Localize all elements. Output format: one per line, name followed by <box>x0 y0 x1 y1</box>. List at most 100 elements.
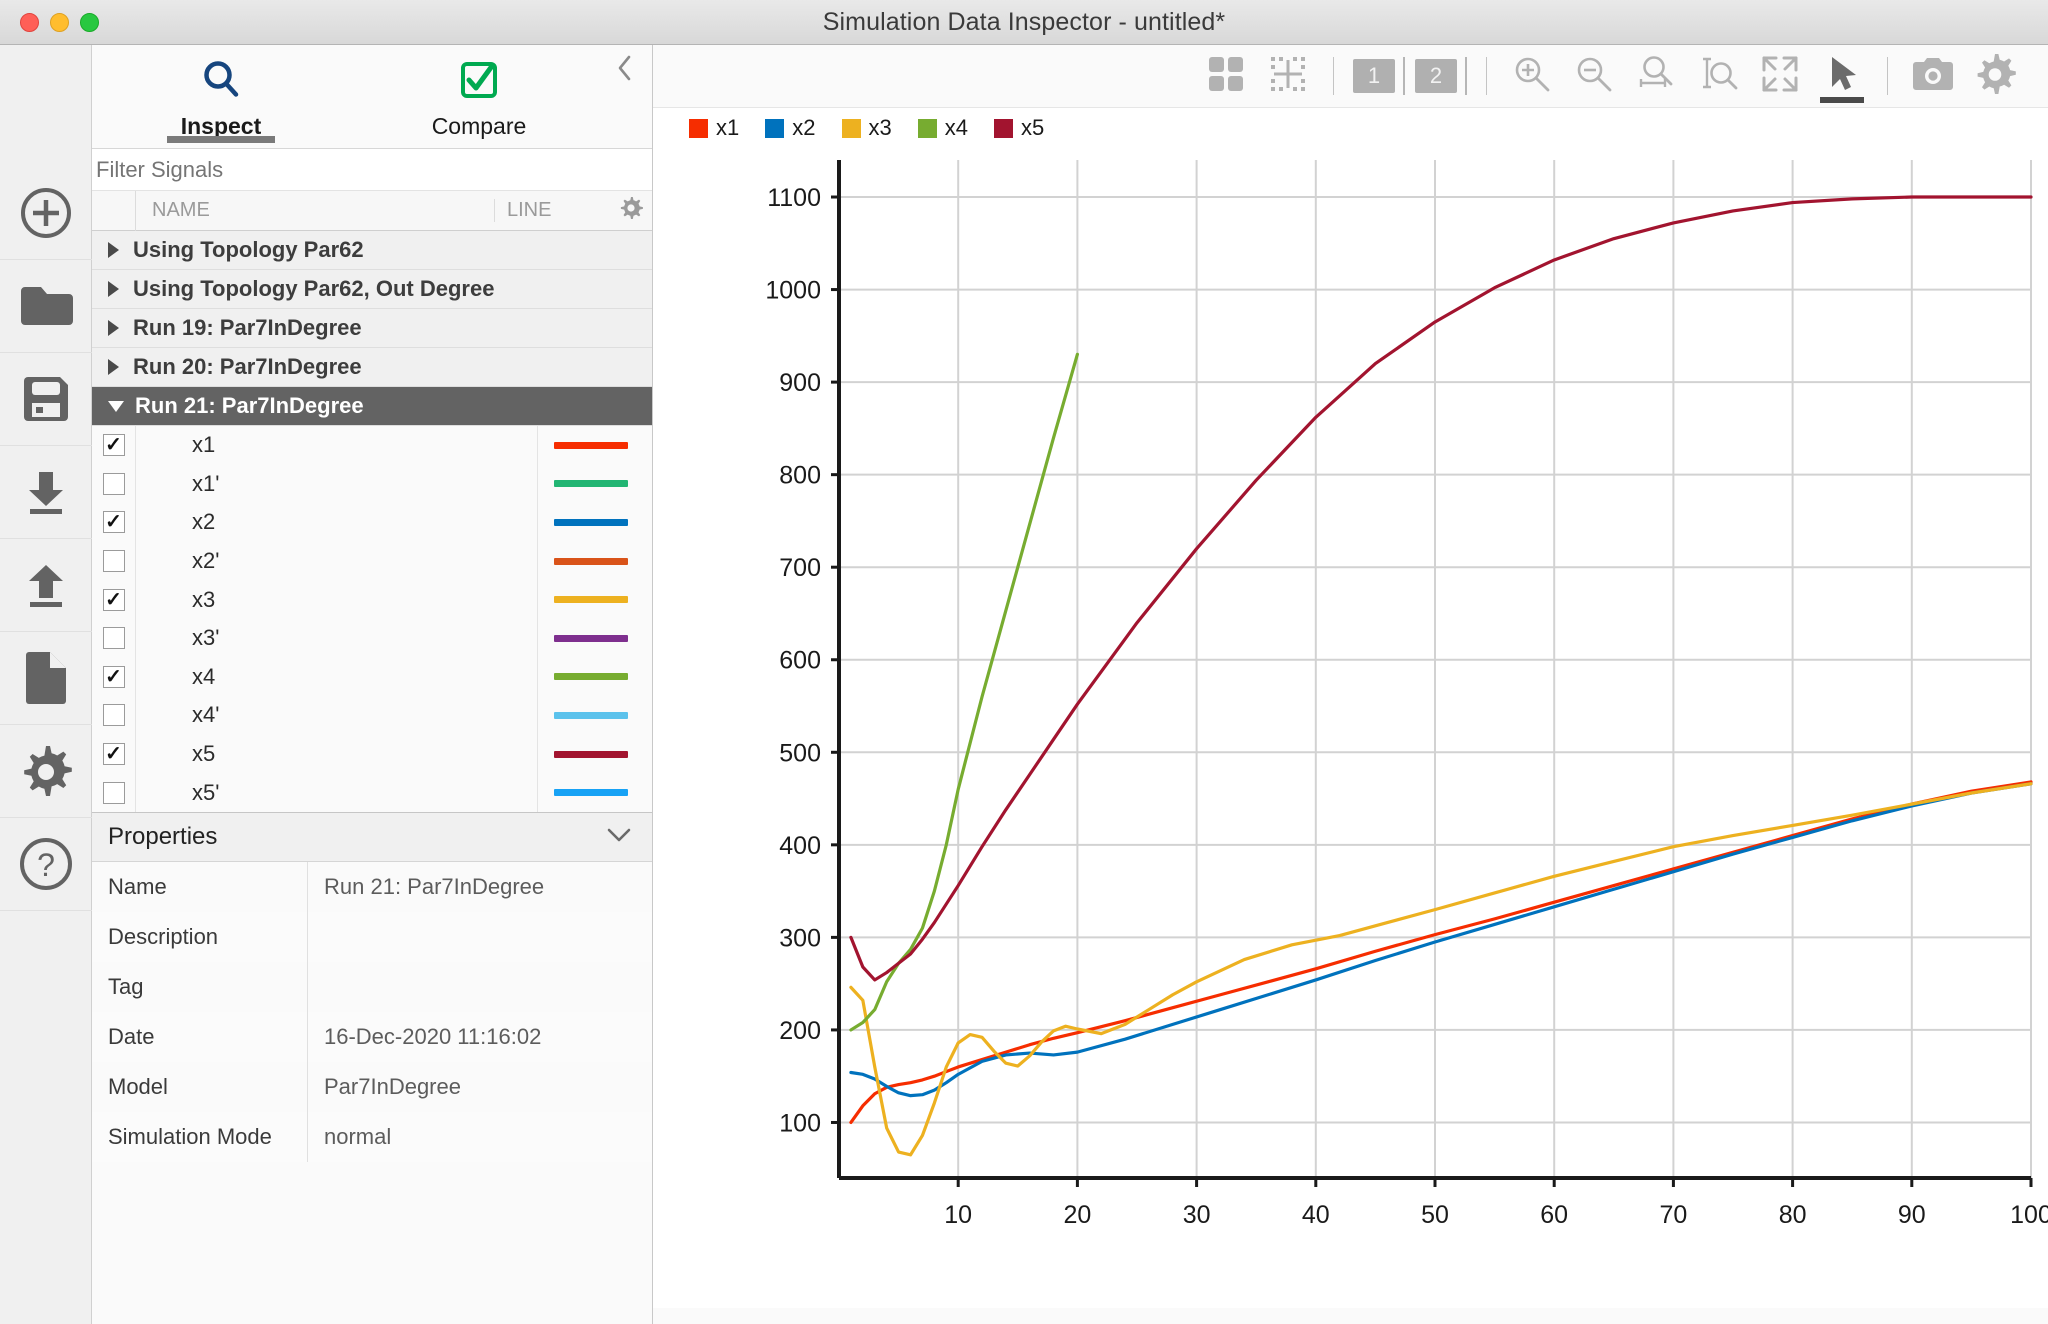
property-value[interactable]: Run 21: Par7InDegree <box>307 861 652 912</box>
signal-checkbox-cell[interactable]: ✓ <box>92 426 136 465</box>
signal-row[interactable]: ✓ x2 <box>92 503 652 542</box>
signal-row[interactable]: ✓ x5 <box>92 734 652 774</box>
pointer-cursor-button[interactable] <box>1811 47 1873 105</box>
signal-line-cell[interactable] <box>537 503 652 542</box>
signal-line-cell[interactable] <box>537 426 652 465</box>
run-row[interactable]: Using Topology Par62, Out Degree <box>92 270 652 309</box>
signal-line-cell[interactable] <box>537 773 652 812</box>
signal-line-cell[interactable] <box>537 464 652 504</box>
signal-checkbox-cell[interactable]: ✓ <box>92 734 136 774</box>
subplot-layout-button[interactable] <box>1195 47 1257 105</box>
property-value[interactable]: 16-Dec-2020 11:16:02 <box>307 1011 652 1062</box>
fit-to-view-button[interactable] <box>1749 47 1811 105</box>
signal-checkbox[interactable] <box>102 550 125 573</box>
column-settings-button[interactable] <box>610 195 652 227</box>
signal-checkbox[interactable]: ✓ <box>102 434 125 457</box>
signal-checkbox[interactable] <box>102 704 125 727</box>
signal-checkbox-cell[interactable]: ✓ <box>92 503 136 542</box>
signal-row[interactable]: x2' <box>92 541 652 581</box>
signal-color-swatch[interactable] <box>554 518 628 526</box>
filter-signals-row[interactable] <box>92 149 652 191</box>
run-row[interactable]: Run 20: Par7InDegree <box>92 348 652 387</box>
signal-color-swatch[interactable] <box>554 441 628 449</box>
settings-button[interactable] <box>1964 47 2026 105</box>
signal-color-swatch[interactable] <box>554 596 628 604</box>
property-value[interactable]: Par7InDegree <box>307 1061 652 1112</box>
signal-color-swatch[interactable] <box>554 711 628 719</box>
chevron-down-icon[interactable] <box>606 823 632 851</box>
report-button[interactable] <box>0 632 92 725</box>
signal-checkbox-cell[interactable] <box>92 541 136 581</box>
signal-line-cell[interactable] <box>537 696 652 735</box>
column-header-name[interactable]: NAME <box>136 199 495 222</box>
legend-color-swatch <box>841 118 861 138</box>
signal-row[interactable]: x4' <box>92 696 652 735</box>
sparse-grid-button[interactable] <box>1257 47 1319 105</box>
signal-checkbox[interactable]: ✓ <box>102 665 125 688</box>
signal-checkbox-cell[interactable]: ✓ <box>92 580 136 619</box>
signal-row[interactable]: ✓ x1 <box>92 426 652 465</box>
signal-line-cell[interactable] <box>537 734 652 774</box>
signal-checkbox[interactable]: ✓ <box>102 511 125 534</box>
export-button[interactable] <box>0 539 92 632</box>
filter-signals-input[interactable] <box>96 156 652 183</box>
signal-checkbox[interactable]: ✓ <box>102 743 125 766</box>
add-button[interactable] <box>0 167 92 260</box>
signal-color-swatch[interactable] <box>554 789 628 797</box>
signal-checkbox[interactable] <box>102 472 125 495</box>
property-value[interactable] <box>307 911 652 962</box>
signal-checkbox-cell[interactable] <box>92 464 136 504</box>
signal-color-swatch[interactable] <box>554 480 628 488</box>
signal-line-cell[interactable] <box>537 541 652 581</box>
zoom-y-button[interactable] <box>1687 47 1749 105</box>
signal-color-swatch[interactable] <box>554 634 628 642</box>
zoom-out-button[interactable] <box>1563 47 1625 105</box>
chart-canvas[interactable]: 100 200 300 400 500 600 700 800 900 1000 1100 10 20 3… <box>653 148 2048 1308</box>
signal-checkbox[interactable] <box>102 781 125 804</box>
zoom-x-button[interactable] <box>1625 47 1687 105</box>
help-button[interactable]: ? <box>0 818 92 911</box>
axis-1-button[interactable]: 1 <box>1348 47 1410 105</box>
open-button[interactable] <box>0 260 92 353</box>
x-tick-label: 30 <box>1183 1201 1211 1229</box>
signal-checkbox[interactable] <box>102 627 125 650</box>
snapshot-button[interactable] <box>1902 47 1964 105</box>
signal-row[interactable]: ✓ x4 <box>92 657 652 697</box>
legend-item[interactable]: x4 <box>917 115 968 141</box>
legend-item[interactable]: x1 <box>689 115 739 141</box>
tab-inspect[interactable]: Inspect <box>92 45 350 149</box>
signal-checkbox[interactable]: ✓ <box>102 588 125 611</box>
signal-checkbox-cell[interactable]: ✓ <box>92 657 136 697</box>
signal-color-swatch[interactable] <box>554 557 628 565</box>
signal-checkbox-cell[interactable] <box>92 696 136 735</box>
line-chart[interactable]: 100 200 300 400 500 600 700 800 900 1000 1100 10 20 3… <box>653 148 2048 1308</box>
import-button[interactable] <box>0 446 92 539</box>
save-button[interactable] <box>0 353 92 446</box>
signal-color-swatch[interactable] <box>554 750 628 758</box>
signal-line-cell[interactable] <box>537 618 652 658</box>
signal-line-cell[interactable] <box>537 657 652 697</box>
signal-row[interactable]: x1' <box>92 464 652 504</box>
property-value[interactable]: normal <box>307 1111 652 1162</box>
signal-row[interactable]: ✓ x3 <box>92 580 652 619</box>
signal-line-cell[interactable] <box>537 580 652 619</box>
run-row[interactable]: Using Topology Par62 <box>92 231 652 270</box>
run-row[interactable]: Run 19: Par7InDegree <box>92 309 652 348</box>
legend-item[interactable]: x2 <box>765 115 816 141</box>
tab-compare[interactable]: Compare <box>350 45 608 149</box>
signal-row[interactable]: x5' <box>92 773 652 812</box>
preferences-button[interactable] <box>0 725 92 818</box>
signal-checkbox-cell[interactable] <box>92 618 136 658</box>
legend-item[interactable]: x3 <box>841 115 892 141</box>
property-value[interactable] <box>307 961 652 1012</box>
signal-color-swatch[interactable] <box>554 673 628 681</box>
run-row-selected[interactable]: Run 21: Par7InDegree <box>92 387 652 426</box>
zoom-in-button[interactable] <box>1501 47 1563 105</box>
column-header-line[interactable]: LINE <box>495 199 610 222</box>
axis-2-button[interactable]: 2 <box>1410 47 1472 105</box>
signal-checkbox-cell[interactable] <box>92 773 136 812</box>
signal-row[interactable]: x3' <box>92 618 652 658</box>
collapse-panel-button[interactable] <box>612 55 638 85</box>
properties-header[interactable]: Properties <box>92 811 652 862</box>
legend-item[interactable]: x5 <box>994 115 1044 141</box>
